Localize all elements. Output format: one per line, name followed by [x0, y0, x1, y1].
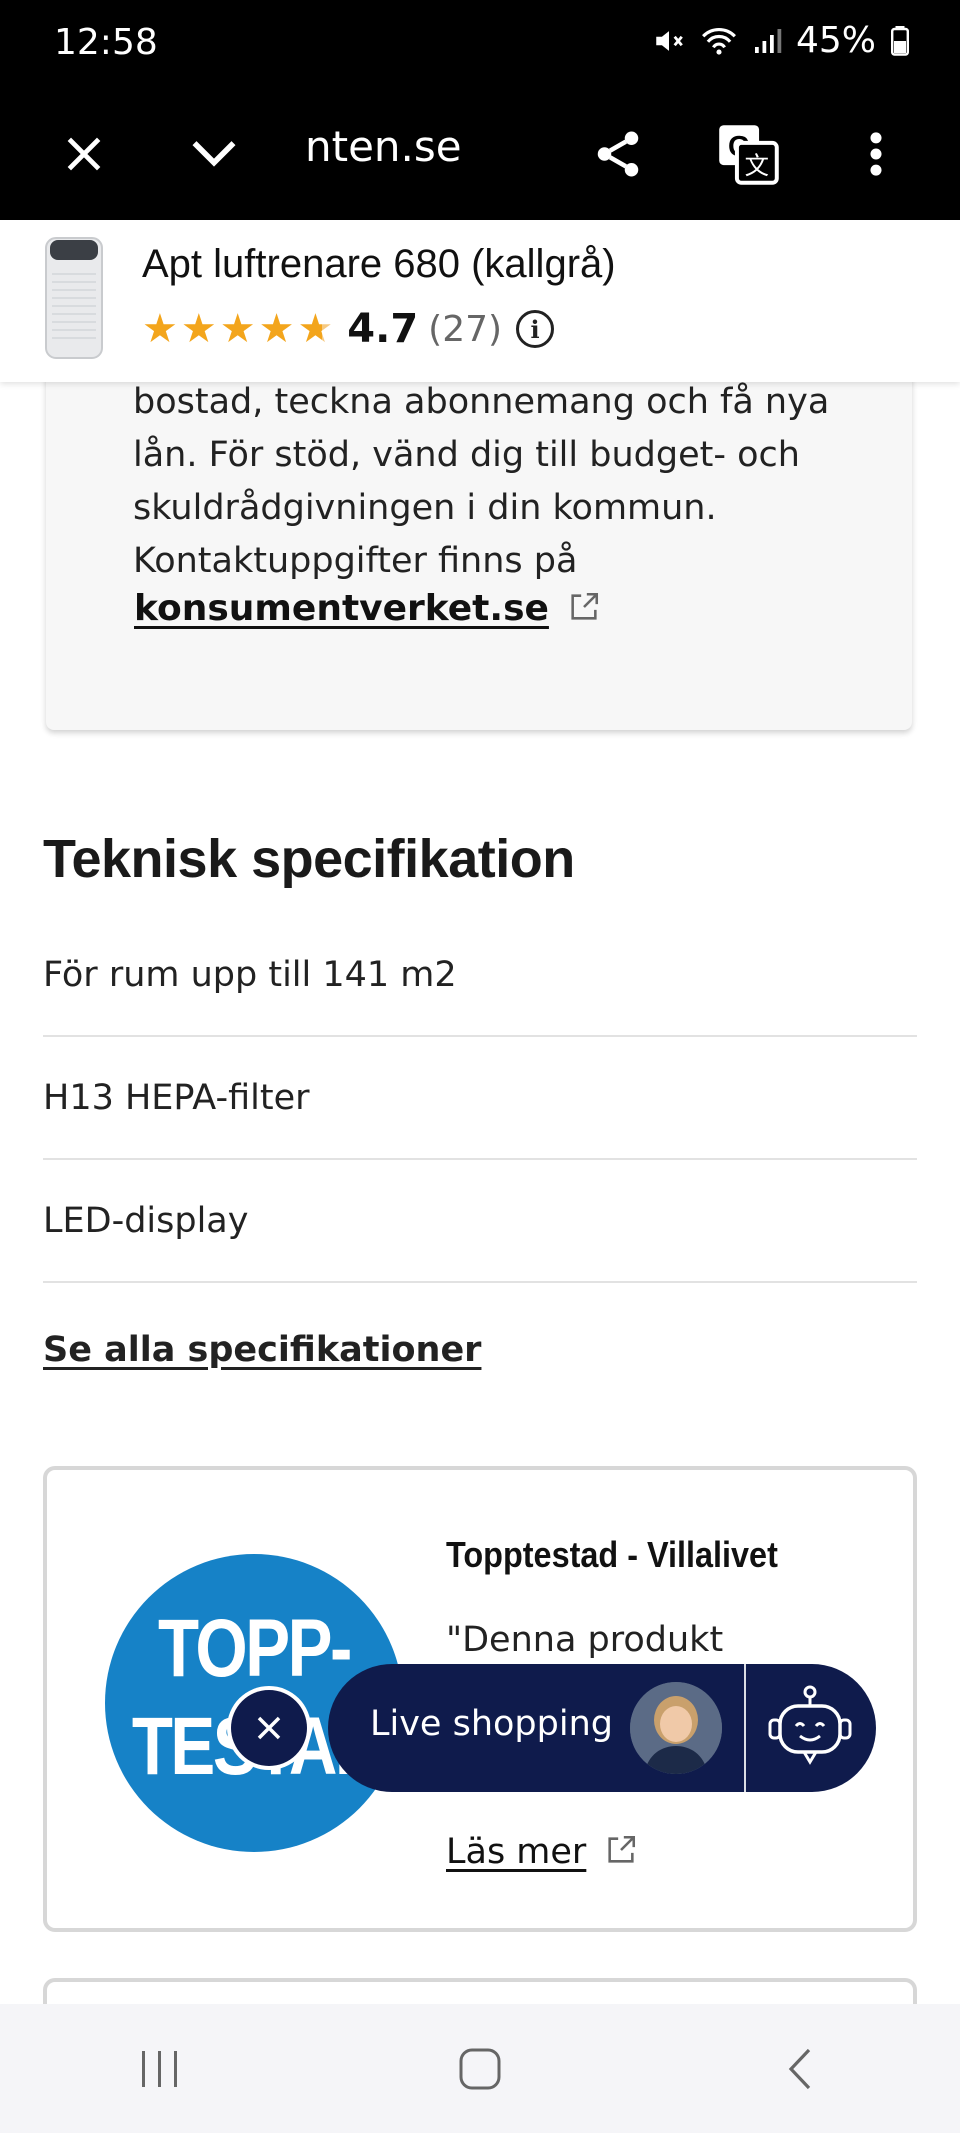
url-text[interactable]: nten.se [305, 122, 462, 171]
rating-row[interactable]: ★ ★ ★ ★ ★ 4.7 (27) i [142, 306, 555, 352]
system-nav-bar [0, 2004, 960, 2133]
live-divider [744, 1664, 746, 1792]
konsumentverket-link[interactable]: konsumentverket.se [134, 588, 549, 629]
wifi-icon [700, 24, 738, 58]
battery-icon [890, 25, 910, 56]
spec-item: LED-display [43, 1160, 917, 1283]
chatbot-icon[interactable] [760, 1678, 860, 1778]
star-icon: ★ [142, 306, 178, 352]
browser-toolbar: nten.se G文 [0, 88, 960, 220]
chevron-down-icon[interactable] [178, 118, 250, 190]
live-shopping-close-button[interactable] [231, 1690, 307, 1766]
rating-count: (27) [428, 308, 503, 350]
star-icon: ★ [180, 306, 217, 352]
info-link-line: konsumentverket.se [134, 588, 601, 629]
product-name: Apt luftrenare 680 (kallgrå) [142, 242, 616, 286]
see-all-specs-link[interactable]: Se alla specifikationer [43, 1330, 481, 1370]
award-quote: "Denna produkt [446, 1620, 724, 1660]
star-icon: ★ [258, 306, 295, 352]
share-icon[interactable] [582, 118, 654, 190]
star-icon: ★ [297, 306, 334, 352]
award-link-line: Läs mer [446, 1832, 638, 1872]
recents-icon[interactable] [100, 2024, 220, 2114]
status-icons: 45% [652, 20, 910, 61]
mute-icon [652, 24, 686, 58]
spec-item: För rum upp till 141 m2 [43, 914, 917, 1037]
external-link-icon [604, 1833, 638, 1871]
home-icon[interactable] [420, 2024, 540, 2114]
badge-line1: TOPP- [158, 1603, 352, 1694]
award-title: Topptestad - Villalivet [446, 1534, 778, 1575]
sticky-product-bar[interactable]: Apt luftrenare 680 (kallgrå) ★ ★ ★ ★ ★ 4… [0, 220, 960, 382]
product-thumbnail [40, 234, 108, 362]
external-link-icon [567, 590, 601, 628]
translate-icon[interactable]: G文 [712, 118, 784, 190]
credit-info-text: bostad, teckna abonnemang och få nya lån… [133, 382, 830, 581]
battery-percent: 45% [795, 20, 876, 61]
svg-text:文: 文 [745, 153, 769, 180]
live-shopping-label: Live shopping [370, 1704, 613, 1744]
back-icon[interactable] [740, 2024, 860, 2114]
info-icon[interactable]: i [516, 310, 555, 348]
live-shopping-button[interactable]: Live shopping [328, 1664, 876, 1792]
spec-list: För rum upp till 141 m2 H13 HEPA-filter … [43, 914, 917, 1283]
spec-heading: Teknisk specifikation [43, 829, 575, 889]
status-time: 12:58 [54, 22, 158, 63]
rating-stars: ★ ★ ★ ★ ★ [142, 309, 333, 349]
star-icon: ★ [219, 306, 256, 352]
more-vertical-icon[interactable] [840, 118, 912, 190]
status-bar: 12:58 45% [0, 0, 960, 88]
signal-icon [752, 26, 782, 56]
rating-value: 4.7 [347, 306, 419, 352]
read-more-link[interactable]: Läs mer [446, 1832, 586, 1872]
close-icon[interactable] [48, 118, 120, 190]
spec-item: H13 HEPA-filter [43, 1037, 917, 1160]
host-avatar [630, 1682, 722, 1774]
